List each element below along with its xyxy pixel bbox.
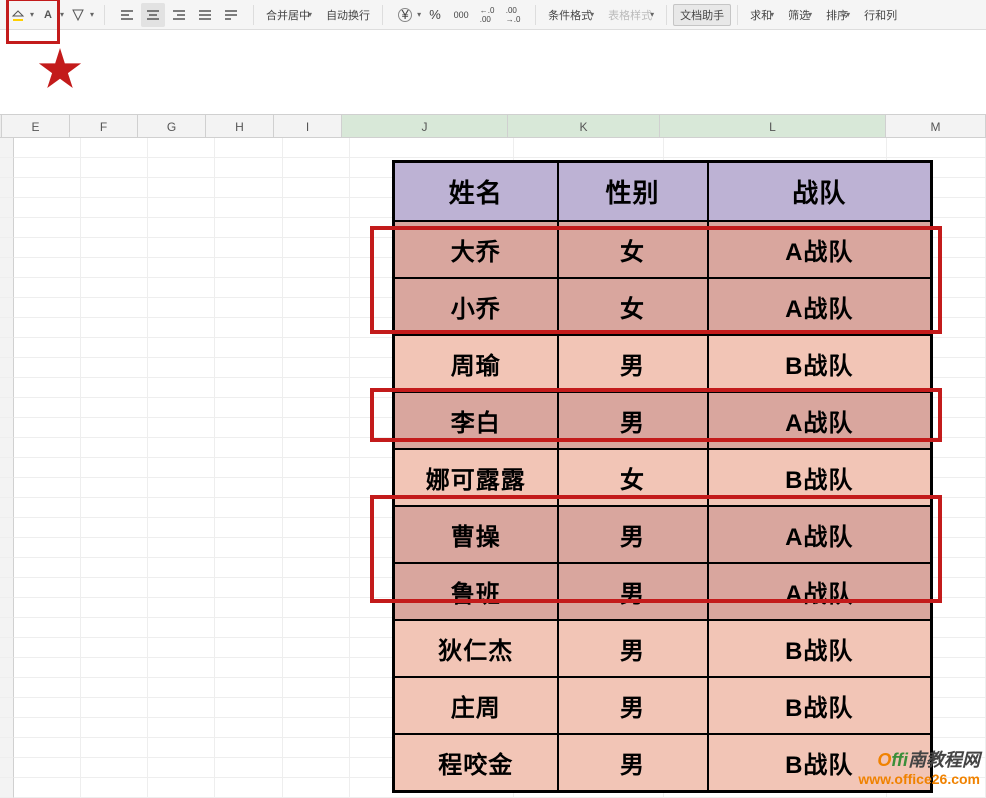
watermark: Offi南教程网 www.office26.com [858, 750, 980, 787]
toolbar-highlight-box [6, 0, 60, 44]
cell-name[interactable]: 鲁班 [394, 563, 558, 620]
sum-button[interactable]: 求和▾ [744, 5, 780, 25]
column-header-F[interactable]: F [70, 115, 138, 137]
column-header-K[interactable]: K [508, 115, 660, 137]
table-row[interactable]: 小乔女A战队 [394, 278, 932, 335]
table-row[interactable]: 大乔女A战队 [394, 221, 932, 278]
column-header-E[interactable]: E [2, 115, 70, 137]
percent-icon[interactable]: % [423, 3, 447, 27]
cell-team[interactable]: B战队 [708, 620, 932, 677]
cell-gender[interactable]: 男 [558, 392, 708, 449]
watermark-url: www.office26.com [858, 771, 980, 787]
cell-name[interactable]: 狄仁杰 [394, 620, 558, 677]
merge-center-button[interactable]: 合并居中▾ [260, 5, 318, 25]
filter-button[interactable]: 筛选▾ [782, 5, 818, 25]
chevron-down-icon[interactable]: ▾ [60, 10, 64, 19]
conditional-format-button[interactable]: 条件格式▾ [542, 5, 600, 25]
header-gender[interactable]: 性别 [558, 162, 708, 222]
column-header-I[interactable]: I [274, 115, 342, 137]
column-header-L[interactable]: L [660, 115, 886, 137]
increase-decimal-icon[interactable]: ←.0.00 [475, 3, 499, 27]
cell-team[interactable]: A战队 [708, 278, 932, 335]
cell-name[interactable]: 李白 [394, 392, 558, 449]
currency-icon[interactable]: ¥ [393, 3, 417, 27]
column-header-G[interactable]: G [138, 115, 206, 137]
cell-team[interactable]: A战队 [708, 506, 932, 563]
watermark-title: Offi南教程网 [858, 750, 980, 771]
cell-name[interactable]: 娜可露露 [394, 449, 558, 506]
table-row[interactable]: 周瑜男B战队 [394, 335, 932, 392]
align-right-icon[interactable] [167, 3, 191, 27]
cell-team[interactable]: B战队 [708, 335, 932, 392]
cell-team[interactable]: B战队 [708, 677, 932, 734]
table-row[interactable]: 娜可露露女B战队 [394, 449, 932, 506]
cell-gender[interactable]: 男 [558, 677, 708, 734]
cell-gender[interactable]: 男 [558, 506, 708, 563]
wrap-text-button[interactable]: 自动换行 [320, 5, 376, 25]
align-justify-icon[interactable] [193, 3, 217, 27]
cell-gender[interactable]: 女 [558, 221, 708, 278]
star-annotation-icon [38, 48, 82, 92]
cell-name[interactable]: 程咬金 [394, 734, 558, 792]
cell-team[interactable]: A战队 [708, 221, 932, 278]
cell-team[interactable]: B战队 [708, 449, 932, 506]
table-row[interactable]: 程咬金男B战队 [394, 734, 932, 792]
column-header-M[interactable]: M [886, 115, 986, 137]
chevron-down-icon[interactable]: ▾ [90, 10, 94, 19]
sort-button[interactable]: 排序▾ [820, 5, 856, 25]
rows-cols-button[interactable]: 行和列 [858, 5, 903, 25]
comma-icon[interactable]: 000 [449, 3, 473, 27]
cell-name[interactable]: 曹操 [394, 506, 558, 563]
cell-gender[interactable]: 女 [558, 449, 708, 506]
table-header-row: 姓名 性别 战队 [394, 162, 932, 222]
doc-helper-button[interactable]: 文档助手 [673, 4, 731, 26]
chevron-down-icon[interactable]: ▾ [417, 10, 421, 19]
column-header-J[interactable]: J [342, 115, 508, 137]
cell-name[interactable]: 庄周 [394, 677, 558, 734]
table-row[interactable]: 曹操男A战队 [394, 506, 932, 563]
align-center-icon[interactable] [141, 3, 165, 27]
cell-name[interactable]: 小乔 [394, 278, 558, 335]
cell-gender[interactable]: 女 [558, 278, 708, 335]
table-style-button: 表格样式▾ [602, 5, 660, 25]
header-team[interactable]: 战队 [708, 162, 932, 222]
cell-team[interactable]: A战队 [708, 392, 932, 449]
ribbon-toolbar: ▾ A ▾ ▾ 合并居中▾ 自动换行 ¥ ▾ % 000 ←.0.00 .00→… [0, 0, 986, 30]
cell-gender[interactable]: 男 [558, 563, 708, 620]
cell-gender[interactable]: 男 [558, 620, 708, 677]
align-distribute-icon[interactable] [219, 3, 243, 27]
cell-name[interactable]: 周瑜 [394, 335, 558, 392]
align-left-icon[interactable] [115, 3, 139, 27]
column-header-row: EFGHIJKLM [0, 114, 986, 138]
table-row[interactable]: 鲁班男A战队 [394, 563, 932, 620]
table-row[interactable]: 狄仁杰男B战队 [394, 620, 932, 677]
table-row[interactable]: 李白男A战队 [394, 392, 932, 449]
cell-name[interactable]: 大乔 [394, 221, 558, 278]
decrease-decimal-icon[interactable]: .00→.0 [501, 3, 525, 27]
table-row[interactable]: 庄周男B战队 [394, 677, 932, 734]
header-name[interactable]: 姓名 [394, 162, 558, 222]
cell-gender[interactable]: 男 [558, 734, 708, 792]
cell-team[interactable]: A战队 [708, 563, 932, 620]
data-table: 姓名 性别 战队 大乔女A战队小乔女A战队周瑜男B战队李白男A战队娜可露露女B战… [392, 160, 933, 793]
clear-format-icon[interactable] [66, 3, 90, 27]
cell-gender[interactable]: 男 [558, 335, 708, 392]
column-header-H[interactable]: H [206, 115, 274, 137]
